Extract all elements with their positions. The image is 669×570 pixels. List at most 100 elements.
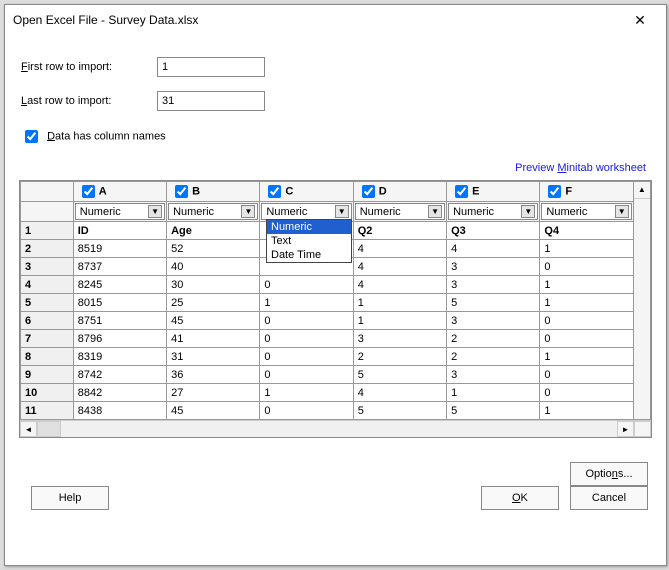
data-cell[interactable]: 0	[540, 312, 633, 330]
column-include-checkbox[interactable]	[175, 185, 188, 198]
data-cell[interactable]: 1	[260, 384, 353, 402]
data-cell[interactable]: 1	[540, 294, 633, 312]
data-cell[interactable]: 0	[260, 402, 353, 420]
data-cell[interactable]: 8245	[73, 276, 166, 294]
colnames-checkbox[interactable]	[25, 130, 38, 143]
type-option[interactable]: Text	[267, 234, 351, 248]
data-cell[interactable]: 2	[447, 330, 540, 348]
data-cell[interactable]: 1	[353, 312, 446, 330]
data-cell[interactable]: 3	[447, 312, 540, 330]
data-cell[interactable]: 8742	[73, 366, 166, 384]
column-include-checkbox[interactable]	[82, 185, 95, 198]
data-cell[interactable]: 2	[353, 348, 446, 366]
data-cell[interactable]: 1	[353, 294, 446, 312]
data-cell[interactable]: 5	[353, 366, 446, 384]
column-header-b[interactable]: B	[167, 182, 260, 202]
last-row-input[interactable]	[157, 91, 265, 111]
data-cell[interactable]: 36	[167, 366, 260, 384]
data-cell[interactable]: 8319	[73, 348, 166, 366]
options-button[interactable]: Options...	[570, 462, 648, 486]
type-option[interactable]: Numeric	[267, 220, 351, 234]
column-header-d[interactable]: D	[353, 182, 446, 202]
data-cell[interactable]: 41	[167, 330, 260, 348]
header-cell[interactable]: Age	[167, 222, 260, 240]
data-cell[interactable]: 1	[540, 402, 633, 420]
scrollbar-thumb[interactable]	[37, 421, 61, 437]
data-cell[interactable]: 0	[260, 330, 353, 348]
data-cell[interactable]: 0	[260, 348, 353, 366]
column-header-e[interactable]: E	[447, 182, 540, 202]
close-button[interactable]: ✕	[622, 6, 658, 34]
header-cell[interactable]: Q3	[447, 222, 540, 240]
data-cell[interactable]: 1	[260, 294, 353, 312]
column-header-c[interactable]: C	[260, 182, 353, 202]
data-cell[interactable]: 0	[260, 312, 353, 330]
data-cell[interactable]: 4	[353, 276, 446, 294]
header-cell[interactable]: Q2	[353, 222, 446, 240]
data-cell[interactable]: 0	[540, 366, 633, 384]
column-header-a[interactable]: A	[73, 182, 166, 202]
data-cell[interactable]: 31	[167, 348, 260, 366]
scrollbar-track[interactable]	[61, 421, 617, 437]
type-dropdown[interactable]: Numeric▼	[261, 203, 351, 220]
column-include-checkbox[interactable]	[268, 185, 281, 198]
ok-button[interactable]: OK	[481, 486, 559, 510]
data-cell[interactable]: 4	[353, 240, 446, 258]
type-dropdown[interactable]: Numeric▼	[355, 203, 445, 220]
data-cell[interactable]: 0	[260, 276, 353, 294]
type-dropdown[interactable]: Numeric▼	[75, 203, 165, 220]
data-cell[interactable]: 3	[447, 258, 540, 276]
data-cell[interactable]: 5	[447, 402, 540, 420]
data-cell[interactable]: 5	[447, 294, 540, 312]
data-cell[interactable]: 4	[353, 384, 446, 402]
data-cell[interactable]: 0	[540, 384, 633, 402]
data-cell[interactable]: 40	[167, 258, 260, 276]
data-cell[interactable]: 8842	[73, 384, 166, 402]
header-cell[interactable]: ID	[73, 222, 166, 240]
data-cell[interactable]: 3	[353, 330, 446, 348]
data-cell[interactable]: 3	[447, 366, 540, 384]
data-cell[interactable]: 8737	[73, 258, 166, 276]
scroll-up-icon[interactable]: ▲	[634, 182, 650, 199]
header-cell[interactable]: Q4	[540, 222, 633, 240]
horizontal-scrollbar[interactable]: ◄ ►	[20, 420, 651, 437]
data-cell[interactable]: 45	[167, 402, 260, 420]
column-include-checkbox[interactable]	[455, 185, 468, 198]
column-include-checkbox[interactable]	[548, 185, 561, 198]
scroll-right-icon[interactable]: ►	[617, 421, 634, 437]
type-dropdown[interactable]: Numeric▼	[541, 203, 631, 220]
column-include-checkbox[interactable]	[362, 185, 375, 198]
data-cell[interactable]: 0	[260, 366, 353, 384]
type-dropdown-open[interactable]: NumericTextDate Time	[266, 219, 352, 263]
data-cell[interactable]: 45	[167, 312, 260, 330]
type-option[interactable]: Date Time	[267, 248, 351, 262]
data-cell[interactable]: 8438	[73, 402, 166, 420]
data-cell[interactable]: 4	[447, 240, 540, 258]
data-cell[interactable]: 1	[447, 384, 540, 402]
data-cell[interactable]: 0	[540, 258, 633, 276]
data-cell[interactable]: 52	[167, 240, 260, 258]
data-cell[interactable]: 2	[447, 348, 540, 366]
data-cell[interactable]: 8796	[73, 330, 166, 348]
data-cell[interactable]: 1	[540, 348, 633, 366]
data-cell[interactable]: 1	[540, 240, 633, 258]
data-cell[interactable]: 0	[540, 330, 633, 348]
column-header-f[interactable]: F	[540, 182, 633, 202]
data-cell[interactable]: 30	[167, 276, 260, 294]
data-cell[interactable]: 3	[447, 276, 540, 294]
data-cell[interactable]: 25	[167, 294, 260, 312]
data-cell[interactable]: 1	[540, 276, 633, 294]
data-cell[interactable]: 8751	[73, 312, 166, 330]
cancel-button[interactable]: Cancel	[570, 486, 648, 510]
type-dropdown[interactable]: Numeric▼	[448, 203, 538, 220]
type-dropdown[interactable]: Numeric▼	[168, 203, 258, 220]
help-button[interactable]: Help	[31, 486, 109, 510]
data-cell[interactable]: 4	[353, 258, 446, 276]
data-cell[interactable]: 27	[167, 384, 260, 402]
preview-worksheet-link[interactable]: Preview Minitab worksheet	[17, 162, 646, 174]
data-cell[interactable]: 8015	[73, 294, 166, 312]
first-row-input[interactable]	[157, 57, 265, 77]
data-cell[interactable]: 5	[353, 402, 446, 420]
scroll-left-icon[interactable]: ◄	[20, 421, 37, 437]
data-cell[interactable]: 8519	[73, 240, 166, 258]
